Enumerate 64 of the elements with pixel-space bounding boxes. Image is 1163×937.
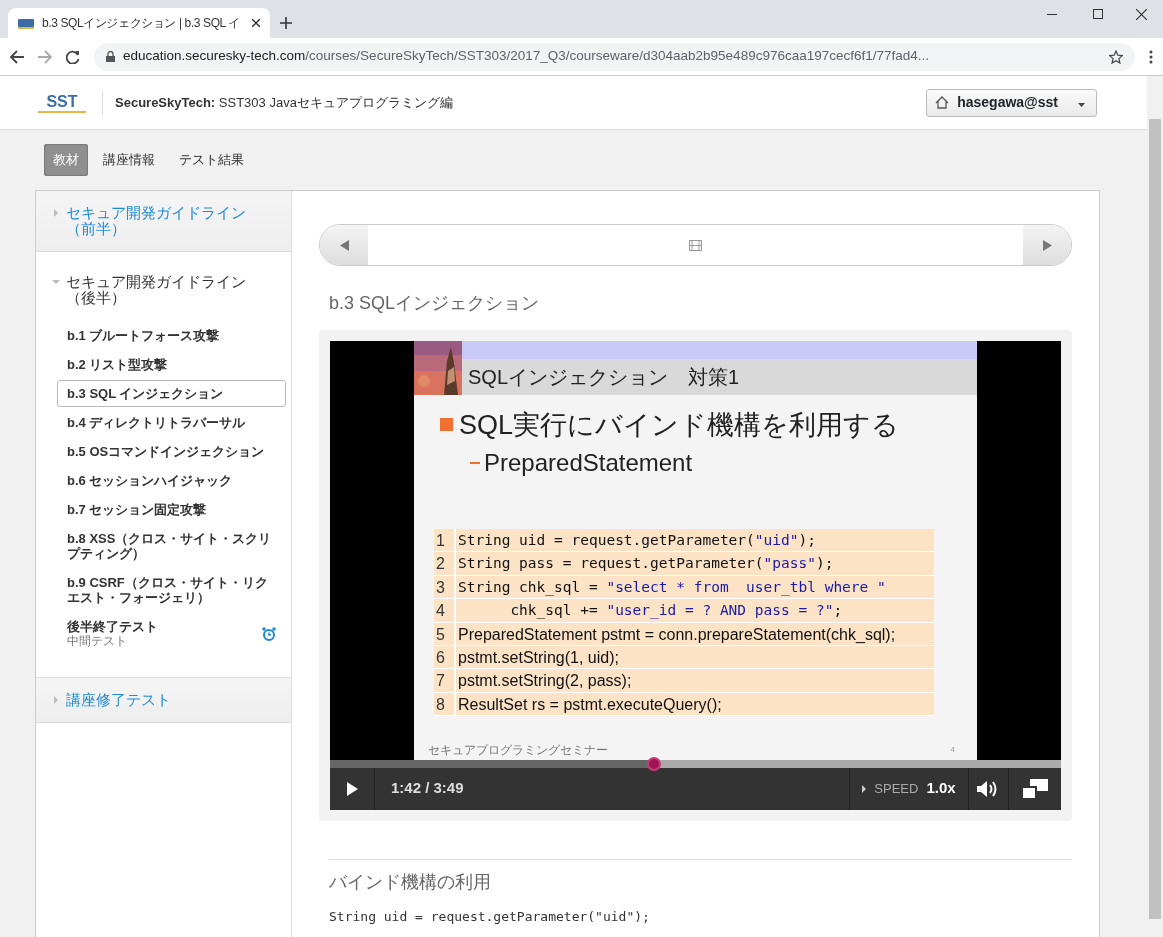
section-title: バインド機構の利用 <box>329 871 492 894</box>
line-number: 4 <box>434 599 454 622</box>
sidebar-item[interactable]: 後半終了テスト 中間テスト <box>57 613 286 655</box>
line-number: 3 <box>434 575 454 599</box>
line-number: 7 <box>434 669 454 692</box>
sidebar-item[interactable]: b.7 セッション固定攻撃 <box>57 496 286 523</box>
slide-footer: セキュアプログラミングセミナー <box>428 740 608 759</box>
course-tab[interactable]: テスト結果 <box>170 144 253 176</box>
line-number: 8 <box>434 692 454 716</box>
slide-title: SQLインジェクション 対策1 <box>462 358 977 395</box>
line-number: 6 <box>434 646 454 669</box>
star-icon[interactable] <box>1109 49 1123 64</box>
course-tab[interactable]: 講座情報 <box>94 144 164 176</box>
speed-button[interactable]: SPEED 1.0x <box>849 767 969 810</box>
back-icon[interactable] <box>10 49 24 64</box>
sidebar-item[interactable]: b.5 OSコマンドインジェクション <box>57 438 286 465</box>
code-line: String uid = request.getParameter("uid"); <box>329 908 651 927</box>
logo[interactable]: SST <box>38 92 86 113</box>
sidebar-item[interactable]: b.4 ディレクトリトラバーサル <box>57 409 286 436</box>
tab-title: b.3 SQLインジェクション | b.3 SQL イ <box>42 15 241 32</box>
collapsed-icon <box>52 209 60 217</box>
bullet-icon <box>440 418 453 432</box>
close-tab-icon[interactable] <box>252 19 260 27</box>
line-number: 2 <box>434 552 454 575</box>
scrollbar-thumb[interactable] <box>1149 119 1161 919</box>
time-display: 1:42 / 3:49 <box>390 778 465 799</box>
caret-icon <box>862 784 867 793</box>
home-icon <box>935 96 950 109</box>
sidebar-item[interactable]: b.2 リスト型攻撃 <box>57 351 286 378</box>
next-icon <box>1042 239 1052 251</box>
page-number: 4 <box>950 743 955 756</box>
previous-button[interactable] <box>320 225 368 265</box>
next-button[interactable] <box>1023 225 1071 265</box>
section-title[interactable]: セキュア開発ガイドライン（後半） <box>66 274 271 306</box>
close-icon[interactable] <box>1136 9 1147 20</box>
reload-icon[interactable] <box>66 49 80 64</box>
line-number: 5 <box>434 622 454 646</box>
line-number: 1 <box>434 529 454 552</box>
sidebar-item[interactable]: b.3 SQL インジェクション <box>57 380 286 407</box>
maximize-icon[interactable] <box>1093 9 1103 19</box>
fullscreen-icon <box>1022 778 1048 799</box>
slide-subheading: PreparedStatement <box>484 448 693 479</box>
lock-icon <box>106 51 115 62</box>
sidebar-item[interactable]: b.6 セッションハイジャック <box>57 467 286 494</box>
menu-icon[interactable] <box>1149 49 1153 64</box>
address-bar[interactable]: education.securesky-tech.com/courses/SecureSkyTech/SST303/2017_Q3/courseware/d304aab2b95e489c976caa197cecf6f1/77fad4... <box>94 42 1135 71</box>
dash-icon <box>470 461 480 465</box>
slide-heading: SQL実行にバインド機構を利用する <box>459 408 900 442</box>
previous-icon <box>339 239 349 251</box>
minimize-icon[interactable] <box>1047 14 1057 16</box>
collapsed-icon <box>52 696 60 704</box>
caret-icon <box>1077 102 1085 107</box>
site-icon <box>18 17 34 29</box>
course-title: SecureSkyTech: SST303 Javaセキュアプログラミング編 <box>115 93 453 112</box>
expanded-icon <box>52 278 60 286</box>
video-icon[interactable] <box>689 239 702 251</box>
url-text: education.securesky-tech.com/courses/SecureSkyTech/SST303/2017_Q3/courseware/d304aab2b95e489c976caa197cecf6f1/77fad4... <box>123 47 931 66</box>
play-icon <box>346 781 358 796</box>
sidebar-item[interactable]: b.1 ブルートフォース攻撃 <box>57 322 286 349</box>
browser-tab[interactable]: b.3 SQLインジェクション | b.3 SQL イ <box>8 8 270 38</box>
new-tab-icon[interactable] <box>280 17 292 29</box>
sidebar-item[interactable]: b.9 CSRF（クロス・サイト・リクエスト・フォージェリ） <box>57 569 286 611</box>
sidebar-item[interactable]: b.8 XSS（クロス・サイト・スクリプティング） <box>57 525 286 567</box>
unit-title: b.3 SQLインジェクション <box>329 293 541 315</box>
